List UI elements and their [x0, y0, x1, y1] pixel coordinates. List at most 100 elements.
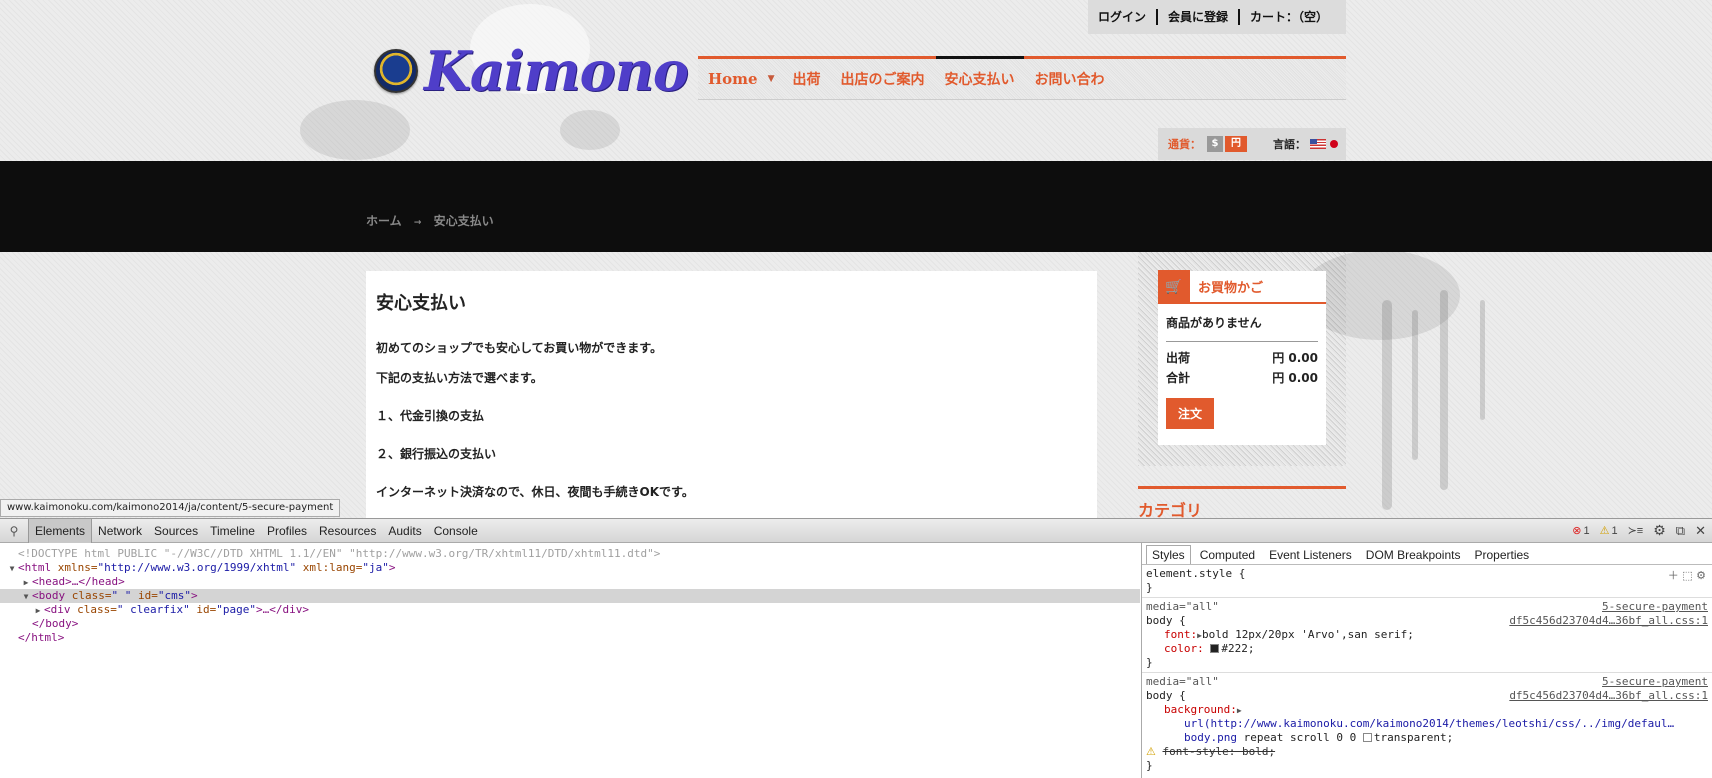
- rule-source-page[interactable]: 5-secure-payment: [1602, 675, 1708, 689]
- rule-source-page[interactable]: 5-secure-payment: [1602, 600, 1708, 614]
- cart-shipping-label: 出荷: [1166, 351, 1191, 365]
- order-button[interactable]: 注文: [1166, 398, 1215, 429]
- console-drawer-icon[interactable]: ≻≡: [1628, 524, 1644, 537]
- rule-close-brace: }: [1146, 581, 1153, 594]
- dom-body-close[interactable]: </body>: [0, 617, 1140, 631]
- property-font[interactable]: font:: [1164, 628, 1197, 641]
- breadcrumb-home-link[interactable]: ホーム: [366, 214, 402, 228]
- dom-html[interactable]: ▼ <html xmlns="http://www.w3.org/1999/xht…: [0, 561, 1140, 575]
- rule-source-file[interactable]: df5c456d23704d4…36bf_all.css:1: [1509, 689, 1708, 703]
- site-logo[interactable]: Kaimono: [374, 36, 689, 106]
- dom-head[interactable]: ▶ <head>…</head>: [0, 575, 1140, 589]
- category-heading: カテゴリ: [1138, 486, 1346, 518]
- css-rule-body-background[interactable]: media="all" 5-secure-payment body {df5c45…: [1142, 673, 1712, 775]
- club-badge-icon: [374, 49, 418, 93]
- dom-doctype[interactable]: <!DOCTYPE html PUBLIC "-//W3C//DTD XHTML…: [0, 547, 1140, 561]
- body-id-attr: id=: [131, 589, 158, 602]
- value-background-url-end[interactable]: body.png: [1184, 731, 1237, 744]
- cart-block: 🛒 お買物かご 商品がありません 出荷 円 0.00 合計 円 0.00 注文: [1158, 270, 1326, 445]
- tab-profiles[interactable]: Profiles: [261, 519, 313, 543]
- value-background-url[interactable]: url(http://www.kaimonoku.com/kaimono2014…: [1184, 717, 1674, 730]
- us-flag-icon[interactable]: [1310, 139, 1326, 149]
- nav-item-secure-payment[interactable]: 安心支払い: [945, 69, 1015, 89]
- paint-drip-decoration: [1480, 300, 1485, 420]
- cart-title[interactable]: お買物かご: [1198, 277, 1263, 296]
- div-id-value: "page": [216, 603, 256, 616]
- styles-sidebar: Styles Computed Event Listeners DOM Brea…: [1141, 543, 1712, 778]
- warning-icon[interactable]: ⚠: [1600, 524, 1610, 537]
- language-label: 言語：: [1273, 138, 1306, 151]
- nav-item-home[interactable]: Home: [708, 70, 758, 88]
- rule-media: media="all": [1146, 600, 1219, 613]
- tab-resources[interactable]: Resources: [313, 519, 382, 543]
- gear-icon[interactable]: ⚙: [1653, 522, 1666, 539]
- cart-total-value: 円 0.00: [1272, 371, 1318, 385]
- main-content: 安心支払い 初めてのショップでも安心してお買い物ができます。 下記の支払い方法で…: [366, 271, 1097, 518]
- search-icon[interactable]: ⚲: [0, 524, 28, 538]
- page-title: 安心支払い: [376, 293, 466, 314]
- login-link[interactable]: ログイン: [1088, 9, 1156, 25]
- value-color[interactable]: #222;: [1221, 642, 1254, 655]
- tab-computed[interactable]: Computed: [1195, 546, 1260, 564]
- rule-source-file[interactable]: df5c456d23704d4…36bf_all.css:1: [1509, 614, 1708, 628]
- nav-item-contact[interactable]: お問い合わ: [1035, 69, 1105, 89]
- div-class-attr: class=: [70, 603, 117, 616]
- tab-audits[interactable]: Audits: [382, 519, 427, 543]
- add-rule-icon[interactable]: ＋ ⬚ ⚙: [1668, 567, 1706, 583]
- status-bar-url: www.kaimonoku.com/kaimono2014/ja/content…: [0, 499, 341, 517]
- tab-console[interactable]: Console: [428, 519, 484, 543]
- value-font[interactable]: bold 12px/20px 'Arvo',san serif;: [1202, 628, 1414, 641]
- head-node: <head>…</head>: [32, 575, 125, 588]
- invalid-property-font-style[interactable]: font-style: bold;: [1163, 745, 1276, 758]
- collapsed-triangle-icon[interactable]: ▶: [32, 604, 44, 618]
- intro-paragraph: 初めてのショップでも安心してお買い物ができます。: [376, 341, 663, 355]
- body-close-tag: </body>: [32, 617, 79, 630]
- arrow-right-icon: →: [413, 218, 422, 228]
- chevron-down-icon[interactable]: ▼: [768, 74, 775, 84]
- expand-triangle-icon[interactable]: ▶: [1237, 706, 1242, 715]
- register-link[interactable]: 会員に登録: [1156, 9, 1238, 25]
- cart-shipping-row: 出荷 円 0.00: [1158, 348, 1326, 368]
- dom-div-page[interactable]: ▶ <div class=" clearfix" id="page">…</div…: [0, 603, 1140, 617]
- error-icon[interactable]: ⊗: [1572, 524, 1581, 537]
- nav-item-seller-guide[interactable]: 出店のご案内: [841, 69, 925, 89]
- collapsed-triangle-icon[interactable]: ▶: [20, 576, 32, 590]
- tab-dom-breakpoints[interactable]: DOM Breakpoints: [1361, 546, 1466, 564]
- div-class-value: " clearfix": [116, 603, 190, 616]
- cart-shipping-value: 円 0.00: [1272, 351, 1318, 365]
- color-swatch[interactable]: [1362, 733, 1372, 742]
- currency-dollar-button[interactable]: $: [1207, 136, 1223, 152]
- dom-body[interactable]: ▼ <body class=" " id="cms">: [0, 589, 1140, 603]
- close-icon[interactable]: ✕: [1695, 523, 1706, 539]
- warning-count[interactable]: 1: [1611, 525, 1617, 537]
- tab-sources[interactable]: Sources: [148, 519, 204, 543]
- property-background[interactable]: background:: [1164, 703, 1237, 716]
- html-xmlns-value: "http://www.w3.org/1999/xhtml": [97, 561, 297, 574]
- tab-properties[interactable]: Properties: [1469, 546, 1534, 564]
- undock-icon[interactable]: ⧉: [1676, 523, 1685, 539]
- expanded-triangle-icon[interactable]: ▼: [20, 590, 32, 604]
- cart-total-row: 合計 円 0.00: [1158, 368, 1326, 388]
- tab-event-listeners[interactable]: Event Listeners: [1264, 546, 1357, 564]
- error-count[interactable]: 1: [1583, 525, 1589, 537]
- property-color[interactable]: color:: [1164, 642, 1204, 655]
- expanded-triangle-icon[interactable]: ▼: [6, 562, 18, 576]
- tab-network[interactable]: Network: [92, 519, 148, 543]
- value-background-end[interactable]: transparent;: [1374, 731, 1453, 744]
- cart-link[interactable]: カート：（空）: [1238, 9, 1338, 25]
- css-rule-body-font[interactable]: media="all" 5-secure-payment body { df5c45…: [1142, 598, 1712, 673]
- currency-yen-button[interactable]: 円: [1225, 136, 1247, 152]
- tab-styles[interactable]: Styles: [1146, 545, 1191, 564]
- japan-flag-icon[interactable]: [1330, 140, 1338, 148]
- value-background-rest[interactable]: repeat scroll 0 0: [1237, 731, 1363, 744]
- dom-html-close[interactable]: </html>: [0, 631, 1140, 645]
- tab-elements[interactable]: Elements: [28, 518, 93, 543]
- nav-item-shipping[interactable]: 出荷: [793, 69, 821, 89]
- element-style-rule[interactable]: element.style { ＋ ⬚ ⚙ }: [1142, 565, 1712, 598]
- body-id-value: "cms": [157, 589, 191, 602]
- payment-note: インターネット決済なので、休日、夜間も手続きOKです。: [376, 485, 694, 499]
- rule-close-brace: }: [1146, 759, 1153, 772]
- color-swatch[interactable]: [1210, 644, 1220, 653]
- tab-timeline[interactable]: Timeline: [204, 519, 261, 543]
- rule-selector: body {: [1146, 614, 1186, 627]
